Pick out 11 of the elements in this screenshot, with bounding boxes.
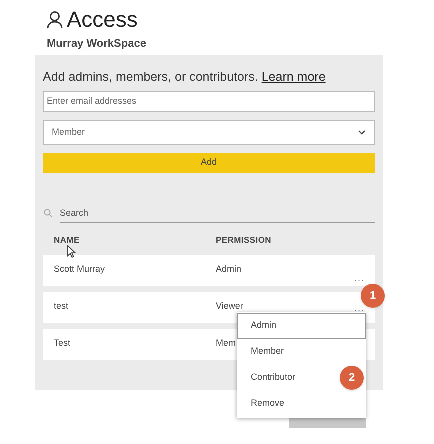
permission-value: Viewer <box>216 300 244 314</box>
member-name: Scott Murray <box>54 263 106 276</box>
member-name: test <box>54 300 70 314</box>
column-header: NAME <box>54 234 80 246</box>
add-prompt: Add admins, members, or contributors. Learn more <box>43 69 326 86</box>
member-name: Test <box>54 337 72 350</box>
column-header: PERMISSION <box>216 234 272 246</box>
permission-value: Mem <box>216 337 236 350</box>
permission-value: Admin <box>216 263 242 276</box>
page-title: Access <box>67 8 138 32</box>
workspace-name: Murray WorkSpace <box>47 37 146 52</box>
